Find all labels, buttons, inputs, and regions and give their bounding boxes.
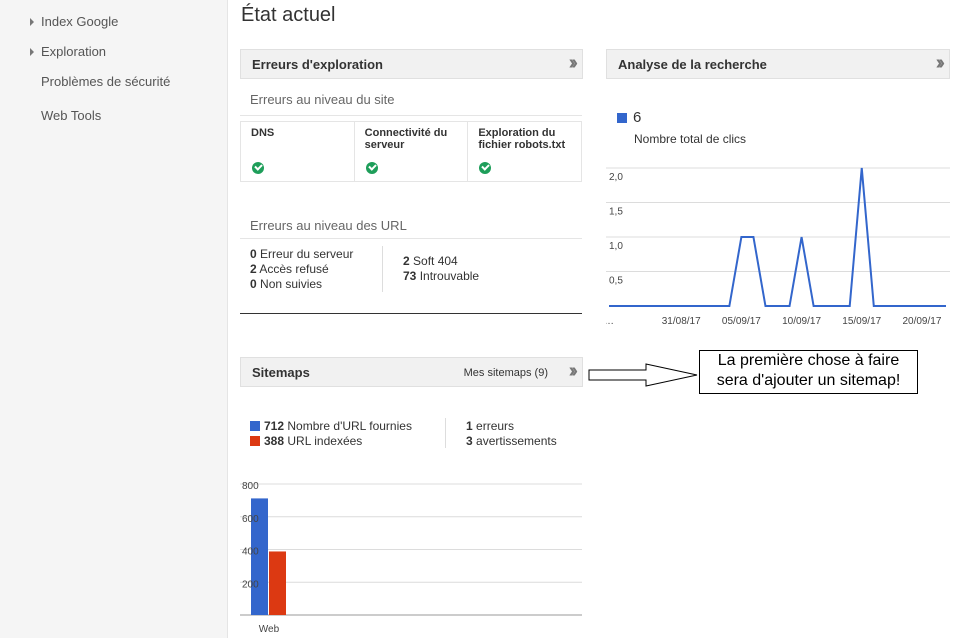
- url-error-server[interactable]: 0 Erreur du serveur: [250, 247, 353, 262]
- sidebar-item-index-google[interactable]: Index Google: [30, 14, 119, 29]
- divider: [382, 246, 383, 292]
- url-error-not-followed[interactable]: 0 Non suivies: [250, 277, 322, 292]
- y-tick-label: 2,0: [609, 172, 623, 183]
- y-tick-label: 400: [242, 547, 259, 558]
- check-circle-icon: [252, 162, 264, 174]
- divider: [240, 115, 582, 116]
- site-check-label: Exploration du fichier robots.txt: [478, 127, 566, 151]
- y-tick-label: 0,5: [609, 276, 623, 287]
- double-chevron-right-icon[interactable]: ››: [936, 52, 946, 75]
- y-tick-label: 1,0: [609, 241, 623, 252]
- caret-right-icon: [30, 18, 34, 26]
- url-error-soft404[interactable]: 2 Soft 404: [403, 254, 458, 269]
- sitemaps-title: Sitemaps: [252, 365, 310, 380]
- y-tick-label: 800: [242, 481, 259, 492]
- legend-swatch: [250, 436, 260, 446]
- sidebar-item-label: Index Google: [41, 14, 119, 29]
- x-tick-label: 15/09/17: [842, 316, 881, 327]
- check-circle-icon: [479, 162, 492, 174]
- sitemap-errors: 1 erreurs: [466, 419, 515, 433]
- url-errors-heading: Erreurs au niveau des URL: [250, 218, 407, 233]
- y-tick-label: 600: [242, 514, 259, 525]
- y-tick-label: 1,5: [609, 207, 623, 218]
- sidebar-item-web-tools[interactable]: Web Tools: [41, 108, 101, 123]
- callout-line: La première chose à faire: [717, 352, 900, 369]
- legend-swatch: [617, 113, 627, 123]
- annotation-callout: La première chose à faire sera d'ajouter…: [699, 350, 918, 394]
- site-check-robots: Exploration du fichier robots.txt: [468, 122, 581, 181]
- site-check-label: Connectivité du serveur: [364, 127, 448, 151]
- sidebar-item-exploration[interactable]: Exploration: [30, 44, 107, 59]
- x-tick-label: 05/09/17: [722, 316, 761, 327]
- x-tick-label: 31/08/17: [662, 316, 701, 327]
- sitemaps-bar-chart: 800 600 400 200 Web: [240, 481, 582, 635]
- y-tick-label: 200: [242, 579, 259, 590]
- site-check-connectivity: Connectivité du serveur: [355, 122, 469, 181]
- sidebar-item-security-issues[interactable]: Problèmes de sécurité: [41, 74, 170, 89]
- arrow-right-icon: [588, 363, 698, 387]
- sitemap-warnings: 3 avertissements: [466, 434, 557, 448]
- crawl-errors-header[interactable]: Erreurs d'exploration ››: [240, 49, 583, 79]
- url-error-not-found[interactable]: 73 Introuvable: [403, 269, 479, 284]
- search-analytics-title: Analyse de la recherche: [618, 57, 767, 72]
- url-error-access-denied[interactable]: 2 Accès refusé: [250, 262, 329, 277]
- sidebar-item-label: Exploration: [41, 44, 107, 59]
- sitemap-submitted: 712 Nombre d'URL fournies: [250, 419, 412, 434]
- bar: [269, 551, 286, 615]
- page-title: État actuel: [241, 4, 336, 26]
- sitemaps-header[interactable]: Sitemaps Mes sitemaps (9) ››: [240, 357, 583, 387]
- total-clicks-label: Nombre total de clics: [634, 132, 747, 146]
- legend-swatch: [250, 421, 260, 431]
- site-check-dns: DNS: [241, 122, 355, 181]
- sidebar-item-label: Web Tools: [41, 108, 102, 123]
- site-errors-heading: Erreurs au niveau du site: [250, 92, 395, 107]
- search-analytics-header[interactable]: Analyse de la recherche ››: [606, 49, 950, 79]
- sidebar-item-label: Problèmes de sécurité: [41, 74, 171, 89]
- clicks-line-chart: 2,0 1,5 1,0 0,5 … 31/08/17 05/09/17 10/09/17 15/…: [606, 167, 950, 327]
- sidebar: Index Google Exploration Problèmes de sé…: [0, 0, 228, 638]
- card-bottom-border: [240, 313, 582, 314]
- double-chevron-right-icon[interactable]: ››: [569, 360, 579, 383]
- site-errors-table: DNS Connectivité du serveur Exploration …: [240, 121, 582, 182]
- x-tick-label: …: [606, 316, 614, 327]
- double-chevron-right-icon[interactable]: ››: [569, 52, 579, 75]
- divider: [445, 418, 446, 448]
- x-tick-label: 10/09/17: [782, 316, 821, 327]
- caret-right-icon: [30, 48, 34, 56]
- site-check-label: DNS: [251, 127, 275, 139]
- total-clicks-value: 6: [633, 109, 642, 126]
- divider: [240, 238, 582, 239]
- sitemap-indexed: 388 URL indexées: [250, 434, 362, 449]
- check-circle-icon: [365, 162, 378, 174]
- x-tick-label: 20/09/17: [902, 316, 941, 327]
- crawl-errors-title: Erreurs d'exploration: [252, 57, 383, 72]
- callout-line: sera d'ajouter un sitemap!: [716, 372, 901, 389]
- x-tick-label: Web: [259, 624, 280, 635]
- my-sitemaps-link[interactable]: Mes sitemaps (9): [464, 367, 548, 379]
